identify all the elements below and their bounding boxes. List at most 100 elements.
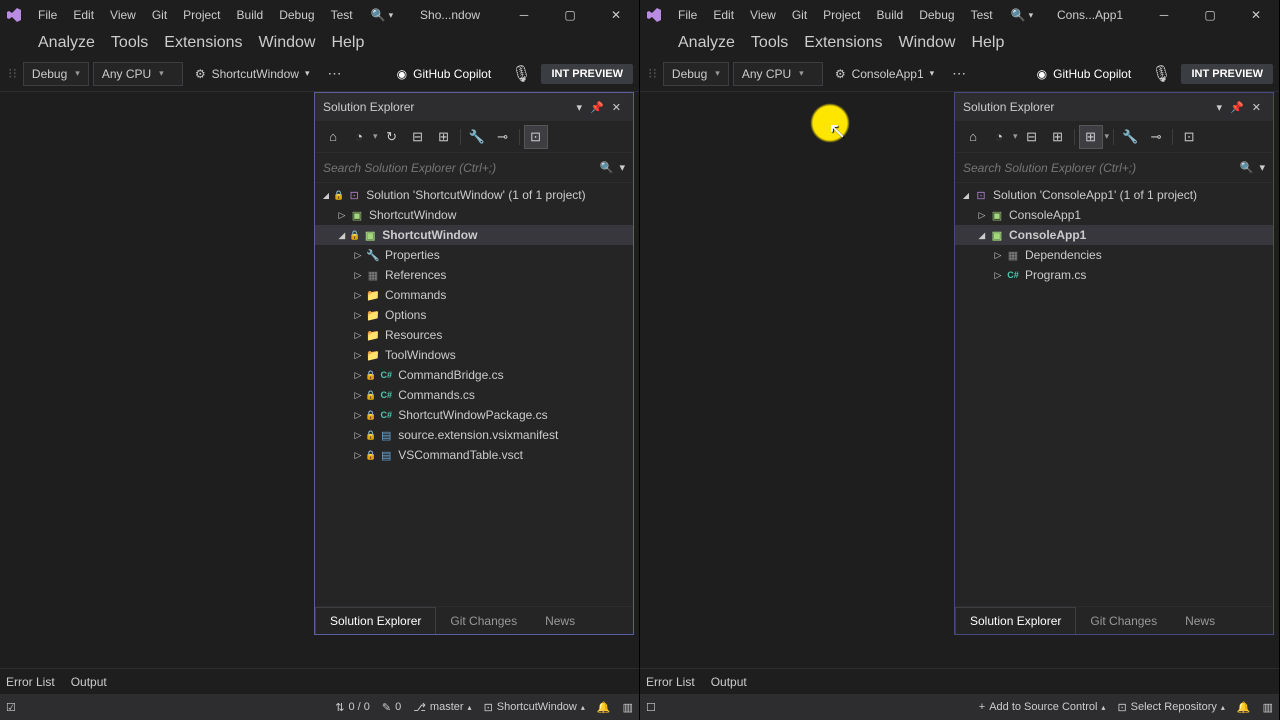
tab-news[interactable]: News — [1171, 607, 1229, 634]
switch-view-icon[interactable]: ◔ — [987, 125, 1011, 149]
select-repo[interactable]: ⊡ Select Repository ▴ — [1117, 701, 1224, 714]
scope-icon[interactable]: ⊞ — [1079, 125, 1103, 149]
expand-arrow[interactable] — [959, 190, 973, 200]
expand-arrow[interactable] — [335, 230, 349, 240]
expand-arrow[interactable] — [351, 270, 365, 281]
menu-help[interactable]: Help — [963, 28, 1012, 58]
tree-node[interactable]: 📁Options — [315, 305, 633, 325]
bell-icon[interactable]: 🔔 — [597, 701, 611, 714]
preview-icon[interactable]: ⊸ — [491, 125, 515, 149]
bell-icon[interactable]: 🔔 — [1237, 701, 1251, 714]
menu-debug[interactable]: Debug — [911, 0, 962, 30]
drag-handle-icon[interactable]: ⁝⁝ — [6, 65, 19, 82]
tree-node[interactable]: 🔒C#Commands.cs — [315, 385, 633, 405]
expand-arrow[interactable] — [351, 430, 365, 441]
startup-project-button[interactable]: ⚙ConsoleApp1▾ — [827, 62, 942, 86]
more-button[interactable]: ⋯ — [321, 65, 347, 82]
expand-arrow[interactable] — [351, 330, 365, 341]
more-button[interactable]: ⋯ — [946, 65, 972, 82]
tree-node[interactable]: 🔒C#CommandBridge.cs — [315, 365, 633, 385]
tree-node[interactable]: ▦References — [315, 265, 633, 285]
config-dropdown[interactable]: Debug▾ — [663, 62, 729, 86]
tool-tab-output[interactable]: Output — [711, 675, 747, 689]
tree-node[interactable]: ▦Dependencies — [955, 245, 1273, 265]
menu-git[interactable]: Git — [144, 0, 175, 30]
tool-tab-error-list[interactable]: Error List — [646, 675, 695, 689]
close-icon[interactable]: ✕ — [608, 101, 625, 114]
tree-node[interactable]: 📁ToolWindows — [315, 345, 633, 365]
platform-dropdown[interactable]: Any CPU▾ — [93, 62, 183, 86]
tree-node[interactable]: 📁Commands — [315, 285, 633, 305]
menu-build[interactable]: Build — [869, 0, 912, 30]
properties-icon[interactable]: 🔧 — [1118, 125, 1142, 149]
expand-arrow[interactable] — [991, 250, 1005, 261]
properties-icon[interactable]: 🔧 — [465, 125, 489, 149]
tab-solution-explorer[interactable]: Solution Explorer — [955, 607, 1076, 634]
tree-node[interactable]: ▣ConsoleApp1 — [955, 225, 1273, 245]
tab-git-changes[interactable]: Git Changes — [436, 607, 531, 634]
menu-git[interactable]: Git — [784, 0, 815, 30]
expand-arrow[interactable] — [351, 370, 365, 381]
platform-dropdown[interactable]: Any CPU▾ — [733, 62, 823, 86]
expand-arrow[interactable] — [975, 230, 989, 240]
minimize-button[interactable]: ─ — [501, 0, 547, 30]
menu-file[interactable]: File — [30, 0, 65, 30]
expand-arrow[interactable] — [351, 350, 365, 361]
copilot-button[interactable]: ◉GitHub Copilot — [387, 62, 502, 86]
menu-window[interactable]: Window — [251, 28, 324, 58]
expand-arrow[interactable] — [335, 210, 349, 221]
expand-arrow[interactable] — [319, 190, 333, 200]
menu-tools[interactable]: Tools — [743, 28, 796, 58]
minimize-button[interactable]: ─ — [1141, 0, 1187, 30]
switch-view-icon[interactable]: ◔ — [347, 125, 371, 149]
feedback-icon[interactable]: ☐ — [646, 701, 656, 714]
tool-tab-error-list[interactable]: Error List — [6, 675, 55, 689]
maximize-button[interactable]: ▢ — [1187, 0, 1233, 30]
sync-icon[interactable]: ⊡ — [524, 125, 548, 149]
menu-edit[interactable]: Edit — [65, 0, 102, 30]
expand-arrow[interactable] — [351, 290, 365, 301]
collapse-icon[interactable]: ⊟ — [1020, 125, 1044, 149]
search-input[interactable] — [323, 161, 600, 175]
search-box[interactable]: 🔍▾ — [955, 153, 1273, 183]
sync-icon[interactable]: ⊡ — [1177, 125, 1201, 149]
search-icon[interactable]: 🔍 ▾ — [1005, 8, 1039, 22]
menu-view[interactable]: View — [742, 0, 784, 30]
mic-icon[interactable]: 🎙 — [505, 64, 537, 84]
menu-test[interactable]: Test — [963, 0, 1001, 30]
menu-build[interactable]: Build — [229, 0, 272, 30]
git-stash-status[interactable]: ✎ 0 — [382, 701, 401, 714]
layout-icon[interactable]: ▥ — [1263, 701, 1273, 714]
menu-tools[interactable]: Tools — [103, 28, 156, 58]
pin-icon[interactable]: 📌 — [1226, 101, 1248, 114]
home-icon[interactable]: ⌂ — [321, 125, 345, 149]
feedback-icon[interactable]: ☑ — [6, 701, 16, 714]
preview-icon[interactable]: ⊸ — [1144, 125, 1168, 149]
expand-arrow[interactable] — [351, 250, 365, 261]
menu-edit[interactable]: Edit — [705, 0, 742, 30]
menu-help[interactable]: Help — [323, 28, 372, 58]
project-status[interactable]: ⊡ ShortcutWindow ▴ — [484, 701, 585, 714]
tree-node[interactable]: 🔒⊡Solution 'ShortcutWindow' (1 of 1 proj… — [315, 185, 633, 205]
expand-arrow[interactable] — [991, 270, 1005, 281]
expand-arrow[interactable] — [351, 390, 365, 401]
collapse-icon[interactable]: ⊟ — [406, 125, 430, 149]
expand-arrow[interactable] — [975, 210, 989, 221]
tree-node[interactable]: 🔒▣ShortcutWindow — [315, 225, 633, 245]
menu-project[interactable]: Project — [175, 0, 228, 30]
layout-icon[interactable]: ▥ — [623, 701, 633, 714]
tab-solution-explorer[interactable]: Solution Explorer — [315, 607, 436, 634]
search-box[interactable]: 🔍▾ — [315, 153, 633, 183]
search-input[interactable] — [963, 161, 1240, 175]
search-icon[interactable]: 🔍 ▾ — [365, 8, 399, 22]
solution-tree[interactable]: ⊡Solution 'ConsoleApp1' (1 of 1 project)… — [955, 183, 1273, 606]
menu-test[interactable]: Test — [323, 0, 361, 30]
config-dropdown[interactable]: Debug▾ — [23, 62, 89, 86]
solution-tree[interactable]: 🔒⊡Solution 'ShortcutWindow' (1 of 1 proj… — [315, 183, 633, 606]
tree-node[interactable]: C#Program.cs — [955, 265, 1273, 285]
show-all-icon[interactable]: ⊞ — [1046, 125, 1070, 149]
pin-icon[interactable]: 📌 — [586, 101, 608, 114]
add-source-control[interactable]: + Add to Source Control ▴ — [979, 701, 1106, 713]
close-icon[interactable]: ✕ — [1248, 101, 1265, 114]
menu-analyze[interactable]: Analyze — [670, 28, 743, 58]
